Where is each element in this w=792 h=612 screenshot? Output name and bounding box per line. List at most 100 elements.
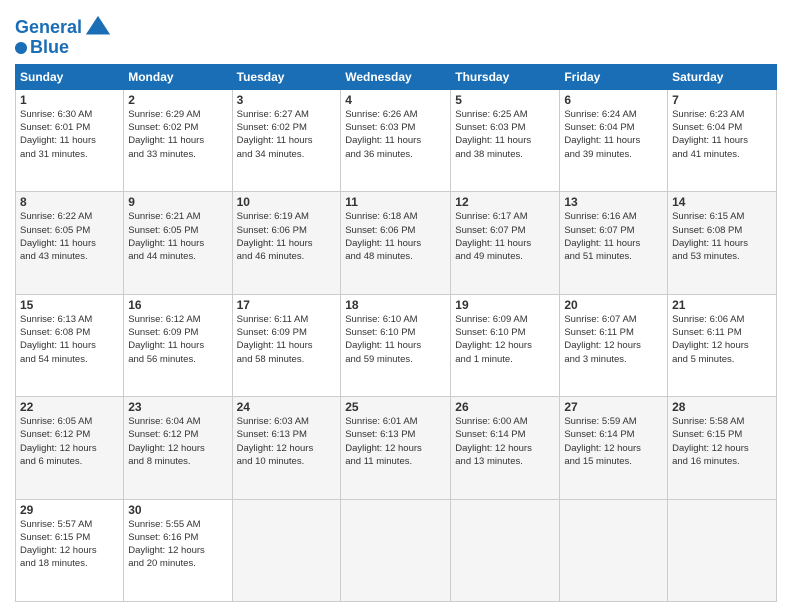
col-header-sunday: Sunday bbox=[16, 64, 124, 89]
calendar-day: 30Sunrise: 5:55 AMSunset: 6:16 PMDayligh… bbox=[124, 499, 232, 601]
day-number: 2 bbox=[128, 93, 227, 107]
calendar-day: 26Sunrise: 6:00 AMSunset: 6:14 PMDayligh… bbox=[451, 397, 560, 499]
day-info: Sunrise: 5:55 AMSunset: 6:16 PMDaylight:… bbox=[128, 518, 227, 571]
day-info: Sunrise: 6:12 AMSunset: 6:09 PMDaylight:… bbox=[128, 313, 227, 366]
logo: General Blue bbox=[15, 14, 112, 58]
day-number: 27 bbox=[564, 400, 663, 414]
calendar-day: 22Sunrise: 6:05 AMSunset: 6:12 PMDayligh… bbox=[16, 397, 124, 499]
calendar-day: 29Sunrise: 5:57 AMSunset: 6:15 PMDayligh… bbox=[16, 499, 124, 601]
day-number: 8 bbox=[20, 195, 119, 209]
day-info: Sunrise: 6:17 AMSunset: 6:07 PMDaylight:… bbox=[455, 210, 555, 263]
calendar-day bbox=[560, 499, 668, 601]
day-number: 6 bbox=[564, 93, 663, 107]
day-info: Sunrise: 6:23 AMSunset: 6:04 PMDaylight:… bbox=[672, 108, 772, 161]
calendar-day bbox=[451, 499, 560, 601]
calendar-day: 11Sunrise: 6:18 AMSunset: 6:06 PMDayligh… bbox=[341, 192, 451, 294]
day-info: Sunrise: 6:01 AMSunset: 6:13 PMDaylight:… bbox=[345, 415, 446, 468]
calendar-day: 12Sunrise: 6:17 AMSunset: 6:07 PMDayligh… bbox=[451, 192, 560, 294]
calendar-day: 19Sunrise: 6:09 AMSunset: 6:10 PMDayligh… bbox=[451, 294, 560, 396]
calendar-day: 10Sunrise: 6:19 AMSunset: 6:06 PMDayligh… bbox=[232, 192, 341, 294]
calendar-day: 27Sunrise: 5:59 AMSunset: 6:14 PMDayligh… bbox=[560, 397, 668, 499]
logo-icon bbox=[84, 14, 112, 42]
day-info: Sunrise: 6:21 AMSunset: 6:05 PMDaylight:… bbox=[128, 210, 227, 263]
calendar-week-5: 29Sunrise: 5:57 AMSunset: 6:15 PMDayligh… bbox=[16, 499, 777, 601]
col-header-friday: Friday bbox=[560, 64, 668, 89]
calendar-day: 18Sunrise: 6:10 AMSunset: 6:10 PMDayligh… bbox=[341, 294, 451, 396]
calendar-day: 28Sunrise: 5:58 AMSunset: 6:15 PMDayligh… bbox=[668, 397, 777, 499]
day-number: 13 bbox=[564, 195, 663, 209]
day-number: 16 bbox=[128, 298, 227, 312]
day-info: Sunrise: 6:15 AMSunset: 6:08 PMDaylight:… bbox=[672, 210, 772, 263]
col-header-wednesday: Wednesday bbox=[341, 64, 451, 89]
day-number: 22 bbox=[20, 400, 119, 414]
day-number: 15 bbox=[20, 298, 119, 312]
calendar-day bbox=[232, 499, 341, 601]
day-number: 20 bbox=[564, 298, 663, 312]
calendar-day: 6Sunrise: 6:24 AMSunset: 6:04 PMDaylight… bbox=[560, 89, 668, 191]
day-info: Sunrise: 6:10 AMSunset: 6:10 PMDaylight:… bbox=[345, 313, 446, 366]
day-info: Sunrise: 6:13 AMSunset: 6:08 PMDaylight:… bbox=[20, 313, 119, 366]
calendar-week-3: 15Sunrise: 6:13 AMSunset: 6:08 PMDayligh… bbox=[16, 294, 777, 396]
calendar-day: 3Sunrise: 6:27 AMSunset: 6:02 PMDaylight… bbox=[232, 89, 341, 191]
day-number: 29 bbox=[20, 503, 119, 517]
calendar-day: 15Sunrise: 6:13 AMSunset: 6:08 PMDayligh… bbox=[16, 294, 124, 396]
col-header-monday: Monday bbox=[124, 64, 232, 89]
calendar-day: 1Sunrise: 6:30 AMSunset: 6:01 PMDaylight… bbox=[16, 89, 124, 191]
day-number: 28 bbox=[672, 400, 772, 414]
calendar-day: 13Sunrise: 6:16 AMSunset: 6:07 PMDayligh… bbox=[560, 192, 668, 294]
day-info: Sunrise: 6:26 AMSunset: 6:03 PMDaylight:… bbox=[345, 108, 446, 161]
calendar-day: 14Sunrise: 6:15 AMSunset: 6:08 PMDayligh… bbox=[668, 192, 777, 294]
day-number: 26 bbox=[455, 400, 555, 414]
day-number: 30 bbox=[128, 503, 227, 517]
day-info: Sunrise: 5:59 AMSunset: 6:14 PMDaylight:… bbox=[564, 415, 663, 468]
col-header-saturday: Saturday bbox=[668, 64, 777, 89]
day-info: Sunrise: 6:04 AMSunset: 6:12 PMDaylight:… bbox=[128, 415, 227, 468]
day-number: 11 bbox=[345, 195, 446, 209]
day-info: Sunrise: 6:11 AMSunset: 6:09 PMDaylight:… bbox=[237, 313, 337, 366]
calendar-header-row: SundayMondayTuesdayWednesdayThursdayFrid… bbox=[16, 64, 777, 89]
day-info: Sunrise: 6:29 AMSunset: 6:02 PMDaylight:… bbox=[128, 108, 227, 161]
calendar-day: 25Sunrise: 6:01 AMSunset: 6:13 PMDayligh… bbox=[341, 397, 451, 499]
day-info: Sunrise: 6:09 AMSunset: 6:10 PMDaylight:… bbox=[455, 313, 555, 366]
day-number: 23 bbox=[128, 400, 227, 414]
calendar-body: 1Sunrise: 6:30 AMSunset: 6:01 PMDaylight… bbox=[16, 89, 777, 601]
day-number: 12 bbox=[455, 195, 555, 209]
day-number: 19 bbox=[455, 298, 555, 312]
day-number: 5 bbox=[455, 93, 555, 107]
calendar-day: 23Sunrise: 6:04 AMSunset: 6:12 PMDayligh… bbox=[124, 397, 232, 499]
logo-blue-text: Blue bbox=[30, 38, 69, 58]
calendar-day: 21Sunrise: 6:06 AMSunset: 6:11 PMDayligh… bbox=[668, 294, 777, 396]
day-number: 7 bbox=[672, 93, 772, 107]
calendar-day: 16Sunrise: 6:12 AMSunset: 6:09 PMDayligh… bbox=[124, 294, 232, 396]
calendar-day: 17Sunrise: 6:11 AMSunset: 6:09 PMDayligh… bbox=[232, 294, 341, 396]
day-info: Sunrise: 6:03 AMSunset: 6:13 PMDaylight:… bbox=[237, 415, 337, 468]
day-number: 18 bbox=[345, 298, 446, 312]
day-number: 25 bbox=[345, 400, 446, 414]
logo-text: General bbox=[15, 18, 82, 38]
day-number: 24 bbox=[237, 400, 337, 414]
day-info: Sunrise: 5:57 AMSunset: 6:15 PMDaylight:… bbox=[20, 518, 119, 571]
day-info: Sunrise: 6:16 AMSunset: 6:07 PMDaylight:… bbox=[564, 210, 663, 263]
calendar-day: 7Sunrise: 6:23 AMSunset: 6:04 PMDaylight… bbox=[668, 89, 777, 191]
logo-dot bbox=[15, 42, 27, 54]
day-info: Sunrise: 6:07 AMSunset: 6:11 PMDaylight:… bbox=[564, 313, 663, 366]
day-info: Sunrise: 6:00 AMSunset: 6:14 PMDaylight:… bbox=[455, 415, 555, 468]
day-info: Sunrise: 6:24 AMSunset: 6:04 PMDaylight:… bbox=[564, 108, 663, 161]
calendar-day: 9Sunrise: 6:21 AMSunset: 6:05 PMDaylight… bbox=[124, 192, 232, 294]
calendar-day: 2Sunrise: 6:29 AMSunset: 6:02 PMDaylight… bbox=[124, 89, 232, 191]
day-number: 10 bbox=[237, 195, 337, 209]
day-number: 9 bbox=[128, 195, 227, 209]
col-header-tuesday: Tuesday bbox=[232, 64, 341, 89]
day-number: 1 bbox=[20, 93, 119, 107]
day-info: Sunrise: 5:58 AMSunset: 6:15 PMDaylight:… bbox=[672, 415, 772, 468]
day-info: Sunrise: 6:06 AMSunset: 6:11 PMDaylight:… bbox=[672, 313, 772, 366]
calendar-day: 24Sunrise: 6:03 AMSunset: 6:13 PMDayligh… bbox=[232, 397, 341, 499]
day-number: 14 bbox=[672, 195, 772, 209]
calendar-day: 5Sunrise: 6:25 AMSunset: 6:03 PMDaylight… bbox=[451, 89, 560, 191]
calendar: SundayMondayTuesdayWednesdayThursdayFrid… bbox=[15, 64, 777, 602]
day-info: Sunrise: 6:19 AMSunset: 6:06 PMDaylight:… bbox=[237, 210, 337, 263]
day-info: Sunrise: 6:30 AMSunset: 6:01 PMDaylight:… bbox=[20, 108, 119, 161]
day-number: 21 bbox=[672, 298, 772, 312]
header: General Blue bbox=[15, 10, 777, 58]
day-number: 3 bbox=[237, 93, 337, 107]
